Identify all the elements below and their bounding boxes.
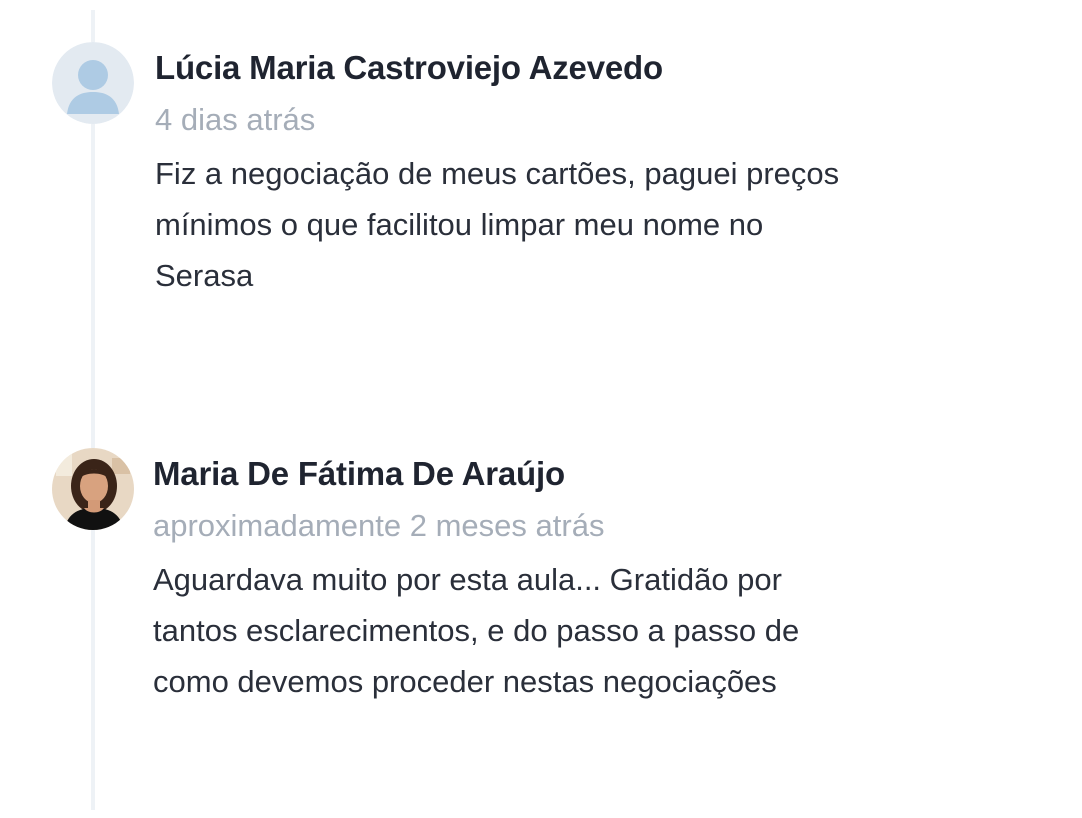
timeline-line [91, 10, 95, 810]
comment-timestamp: 4 dias atrás [155, 102, 316, 137]
comment-text: Fiz a negociação de meus cartões, paguei… [155, 148, 1015, 301]
comment-timestamp: aproximadamente 2 meses atrás [153, 508, 605, 543]
comment-text-line: Fiz a negociação de meus cartões, paguei… [155, 156, 840, 191]
comment-text-line: tantos esclarecimentos, e do passo a pas… [153, 613, 800, 648]
comment-author-name: Lúcia Maria Castroviejo Azevedo [155, 49, 663, 86]
user-photo-avatar[interactable] [52, 448, 134, 530]
comment-text: Aguardava muito por esta aula... Gratidã… [153, 554, 1013, 707]
comment-text-line: como devemos proceder nestas negociações [153, 664, 777, 699]
comment-text-line: Aguardava muito por esta aula... Gratidã… [153, 562, 782, 597]
default-user-avatar-icon[interactable] [52, 42, 134, 124]
comment-text-line: mínimos o que facilitou limpar meu nome … [155, 207, 764, 242]
comment-author-name: Maria De Fátima De Araújo [153, 455, 565, 492]
comment-text-line: Serasa [155, 258, 254, 293]
